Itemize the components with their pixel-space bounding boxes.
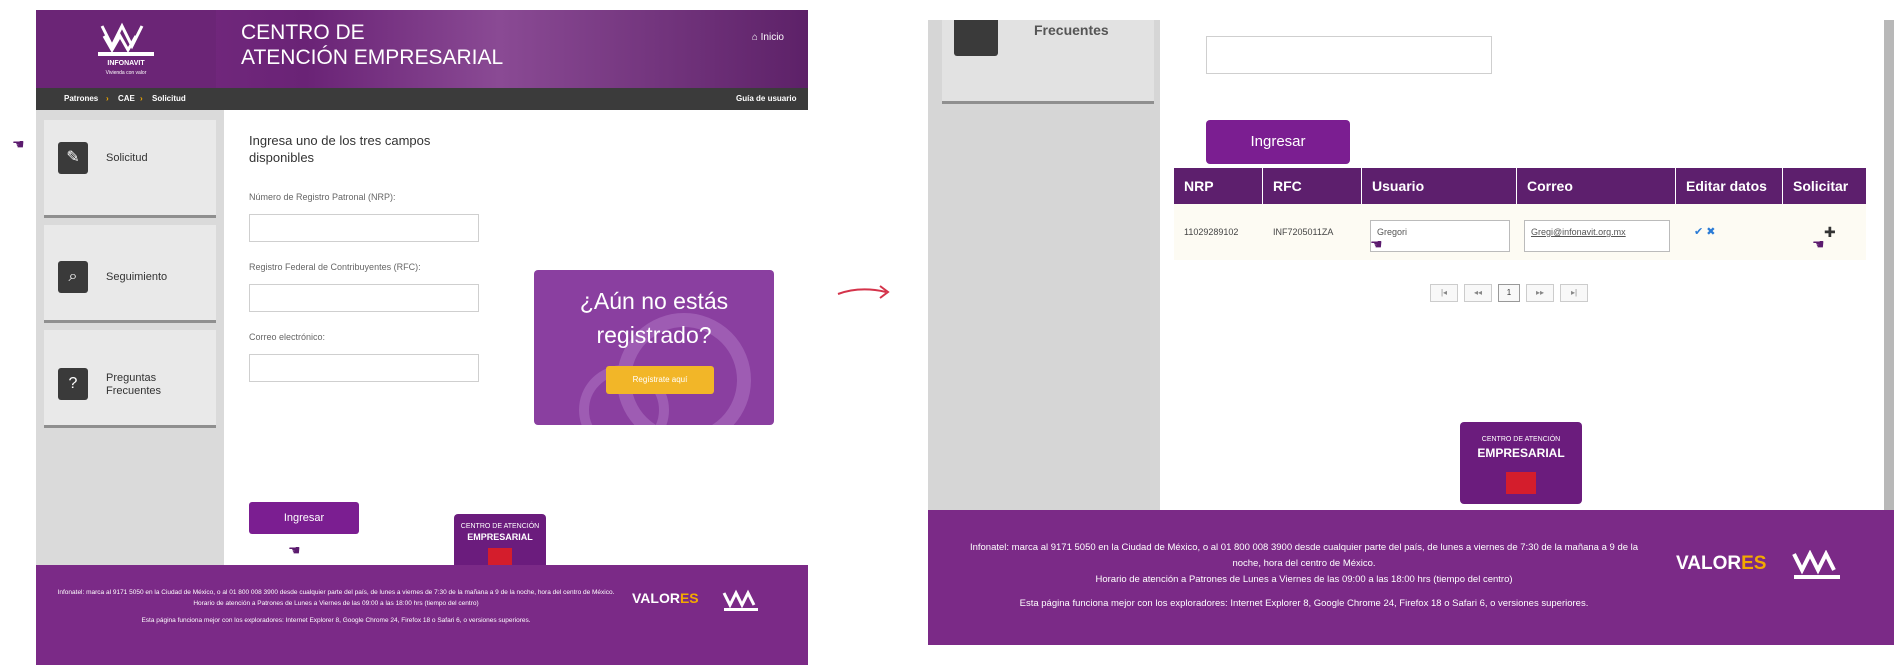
sidebar-item-label: Seguimiento [106,271,168,283]
cae-badge-line1: CENTRO DE ATENCIÓN [1481,436,1561,443]
page-title-line2: ATENCIÓN EMPRESARIAL [241,46,504,69]
registration-promo: ¿Aún no estás registrado? Regístrate aqu… [534,270,774,425]
valores-logo: VALORES [632,590,699,606]
footer-line2: Horario de atención a Patrones de Lunes … [193,600,479,607]
cell-rfc: INF7205011ZA [1273,227,1334,237]
faq-icon [954,20,998,56]
footer: Infonatel: marca al 9171 5050 en la Ciud… [36,565,808,665]
page-title-line1: CENTRO DE [241,21,365,44]
infonavit-mini-logo-icon [488,548,512,566]
email-label: Correo electrónico: [249,332,326,342]
right-screenshot: Frecuentes Ingresar NRP RFC Usuario Corr… [928,20,1894,645]
valores-logo: VALORES [1676,553,1767,574]
scrollbar-track[interactable] [1884,20,1894,510]
sidebar-item-preguntas-frecuentes[interactable]: Frecuentes [942,20,1154,104]
cae-badge: CENTRO DE ATENCIÓN EMPRESARIAL [1460,422,1582,504]
column-header-editar-datos: Editar datos [1676,168,1782,204]
footer-text: Infonatel: marca al 9171 5050 en la Ciud… [964,540,1644,612]
footer-line1: Infonatel: marca al 9171 5050 en la Ciud… [57,589,615,596]
infonavit-footer-logo-icon [1792,550,1840,579]
cae-badge-line1: CENTRO DE ATENCIÓN [460,523,540,530]
nrp-label: Número de Registro Patronal (NRP): [249,192,396,202]
pager-last-button[interactable]: ▸| [1560,284,1588,302]
pointer-hand-icon: ☚ [288,542,301,558]
sidebar-item-preguntas-frecuentes[interactable]: ? Preguntas Frecuentes [44,330,216,428]
home-icon: ⌂ [751,32,758,43]
breadcrumb: Patrones › CAE › Solicitud Guía de usuar… [36,88,808,110]
infonavit-footer-logo-icon [722,589,758,611]
footer-line3: Esta página funciona mejor con los explo… [141,617,531,624]
ingresar-button[interactable]: Ingresar [249,502,359,534]
rfc-input[interactable] [249,284,479,312]
column-header-rfc: RFC [1263,168,1361,204]
tracking-icon: ⌕ [58,261,88,293]
cell-nrp: 11029289102 [1184,227,1239,237]
valores-accent: ES [1741,553,1767,574]
footer-text: Infonatel: marca al 9171 5050 en la Ciud… [56,587,616,626]
sidebar-item-seguimiento[interactable]: ⌕ Seguimiento [44,225,216,323]
sidebar-item-label: Preguntas Frecuentes [106,372,162,397]
breadcrumb-separator-icon: › [106,94,109,103]
sidebar: Frecuentes [928,20,1160,510]
sidebar: ✎ Solicitud ⌕ Seguimiento ? Preguntas Fr… [36,110,224,565]
pager-page-1[interactable]: 1 [1498,284,1520,302]
footer-line3: Esta página funciona mejor con los explo… [1019,598,1589,609]
breadcrumb-cae[interactable]: CAE [118,88,135,110]
logo-tagline: Vivienda con valor [105,70,147,76]
home-link-label: Inicio [760,32,784,43]
form-instructions: Ingresa uno de los tres campos disponibl… [249,133,431,165]
pager-prev-button[interactable]: ◂◂ [1464,284,1492,302]
faq-icon: ? [58,368,88,400]
infonavit-logo[interactable]: INFONAVIT Vivienda con valor [36,10,216,88]
pointer-hand-icon: ☚ [12,136,25,152]
correo-input[interactable]: Gregi@infonavit.org.mx [1524,220,1670,252]
column-header-usuario: Usuario [1362,168,1516,204]
footer-line2: Horario de atención a Patrones de Lunes … [1095,574,1513,585]
usuario-input[interactable]: Gregori [1370,220,1510,252]
user-guide-link[interactable]: Guía de usuario [736,88,796,110]
pager-next-button[interactable]: ▸▸ [1526,284,1554,302]
column-header-solicitar: Solicitar [1783,168,1866,204]
sidebar-item-label: Solicitud [106,152,148,164]
valores-accent: ES [679,590,699,606]
column-header-correo: Correo [1517,168,1675,204]
cae-badge-line2: EMPRESARIAL [467,532,533,542]
infonavit-mini-logo-icon [1506,472,1536,494]
breadcrumb-patrones[interactable]: Patrones [64,88,98,110]
header-banner: INFONAVIT Vivienda con valor CENTRO DE A… [36,10,808,88]
pager-first-button[interactable]: |◂ [1430,284,1458,302]
transition-arrow-icon [837,285,890,299]
request-icon: ✎ [58,142,88,174]
rfc-label: Registro Federal de Contribuyentes (RFC)… [249,262,421,272]
table-row: 11029289102 INF7205011ZA Gregori Gregi@i… [1174,204,1866,260]
main-form-panel: Ingresa uno de los tres campos disponibl… [224,110,808,574]
results-panel: Ingresar NRP RFC Usuario Correo Editar d… [1160,20,1884,510]
column-header-nrp: NRP [1174,168,1262,204]
page-title: CENTRO DE ATENCIÓN EMPRESARIAL [241,20,503,70]
infonavit-logo-icon [98,22,154,56]
footer: Infonatel: marca al 9171 5050 en la Ciud… [928,510,1894,645]
valores-main: VALOR [632,590,680,606]
edit-save-cancel-icons[interactable]: ✔ ✖ [1684,204,1774,260]
left-screenshot: INFONAVIT Vivienda con valor CENTRO DE A… [36,10,808,665]
sidebar-item-solicitud[interactable]: ✎ Solicitud [44,120,216,218]
valores-main: VALOR [1676,553,1742,574]
cae-badge-line2: EMPRESARIAL [1477,446,1565,460]
sidebar-item-label: Frecuentes [1034,22,1109,38]
logo-brand: INFONAVIT [107,60,145,67]
breadcrumb-separator-icon: › [140,94,143,103]
register-button[interactable]: Regístrate aquí [606,366,714,394]
pointer-hand-icon: ☚ [1812,236,1825,252]
footer-line1: Infonatel: marca al 9171 5050 en la Ciud… [969,542,1639,569]
search-input[interactable] [1206,36,1492,74]
breadcrumb-solicitud[interactable]: Solicitud [152,88,186,110]
email-input[interactable] [249,354,479,382]
pointer-hand-icon: ☚ [1370,236,1383,252]
nrp-input[interactable] [249,214,479,242]
home-link[interactable]: ⌂ Inicio [752,32,784,43]
ingresar-button[interactable]: Ingresar [1206,120,1350,164]
promo-title: ¿Aún no estás registrado? [579,288,729,348]
